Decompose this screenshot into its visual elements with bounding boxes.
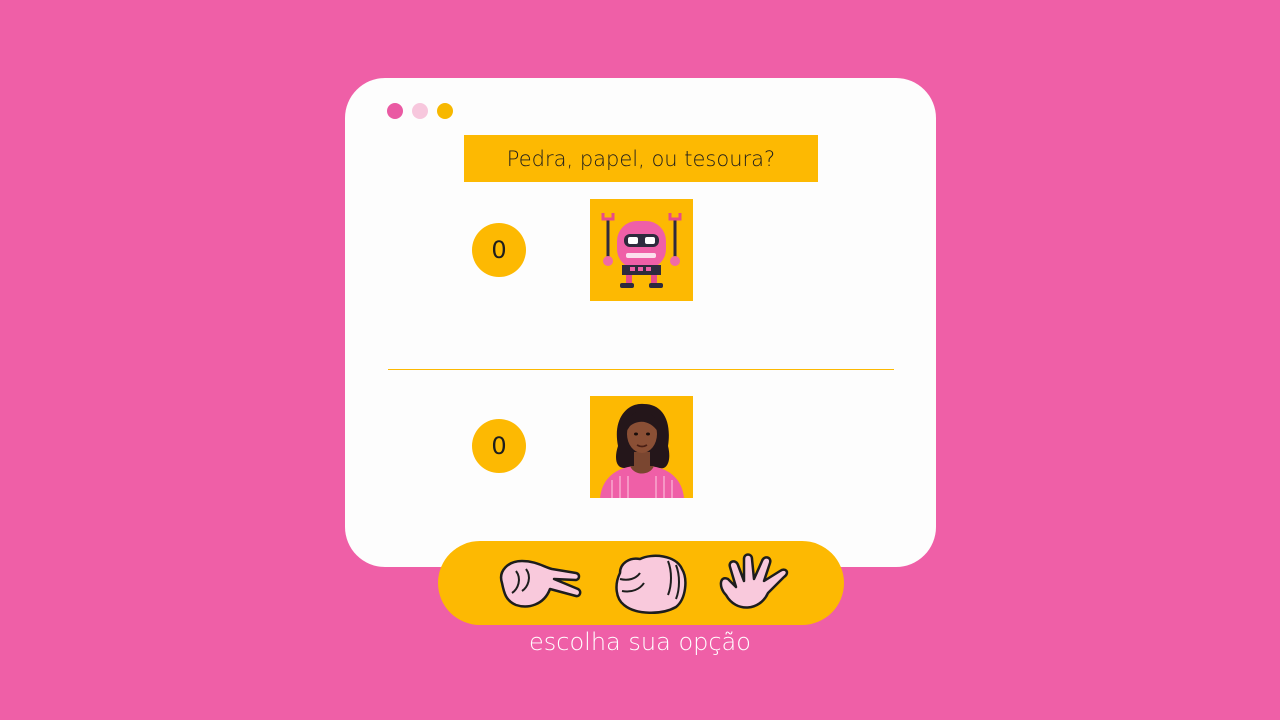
player-score: 0 (472, 419, 526, 473)
robot-avatar (590, 199, 693, 301)
paper-hand-icon[interactable] (710, 549, 800, 619)
rock-fist-icon[interactable] (606, 549, 696, 619)
game-window: Pedra, papel, ou tesoura? 0 0 (345, 78, 936, 567)
computer-score: 0 (472, 223, 526, 277)
window-dot-3 (437, 103, 453, 119)
scissors-hand-icon[interactable] (492, 549, 582, 619)
woman-avatar (590, 396, 693, 498)
window-dot-2 (412, 103, 428, 119)
window-dot-1 (387, 103, 403, 119)
choose-option-caption: escolha sua opção (529, 628, 751, 656)
game-title: Pedra, papel, ou tesoura? (464, 135, 818, 182)
choices-bar (438, 541, 844, 625)
divider (388, 369, 894, 370)
window-dots (387, 103, 453, 119)
